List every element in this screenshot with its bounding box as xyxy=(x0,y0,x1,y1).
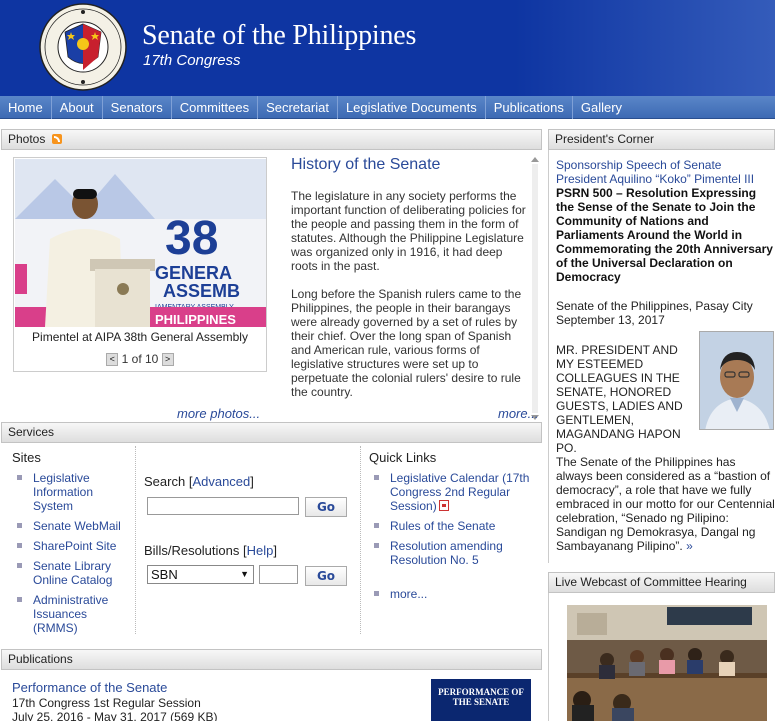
list-item: Rules of the Senate xyxy=(369,519,539,533)
cover-title: PERFORMANCE OF THE SENATE xyxy=(438,687,524,707)
presidents-corner-header: President's Corner xyxy=(548,129,775,150)
svg-text:PHILIPPINES: PHILIPPINES xyxy=(155,312,236,327)
sites-link-webmail[interactable]: Senate WebMail xyxy=(33,519,121,533)
more-history-link[interactable]: more... xyxy=(498,406,538,421)
rss-icon[interactable] xyxy=(51,134,62,144)
sites-link-rmms[interactable]: Administrative Issuances (RMMS) xyxy=(33,593,108,635)
senate-president-photo xyxy=(699,331,774,430)
search-input[interactable] xyxy=(147,497,299,515)
publication-link[interactable]: Performance of the Senate xyxy=(12,680,167,695)
nav-senators[interactable]: Senators xyxy=(103,96,172,119)
search-go-button[interactable]: Go xyxy=(305,497,347,517)
chevron-down-icon: ▼ xyxy=(240,569,249,579)
publication-session: 17th Congress 1st Regular Session xyxy=(12,696,201,710)
nav-home[interactable]: Home xyxy=(0,96,52,119)
history-paragraph: The legislature in any society performs … xyxy=(291,189,526,273)
history-body: The legislature in any society performs … xyxy=(291,189,526,401)
list-item: SharePoint Site xyxy=(12,539,132,553)
speech-place: Senate of the Philippines, Pasay City xyxy=(556,299,753,313)
bills-label: Bills/Resolutions [Help] xyxy=(144,543,277,558)
read-more-icon[interactable]: » xyxy=(686,539,693,553)
search-label-text: Search xyxy=(144,474,186,489)
nav-secretariat[interactable]: Secretariat xyxy=(258,96,338,119)
site-subtitle: 17th Congress xyxy=(143,52,241,69)
speech-headline: PSRN 500 – Resolution Expressing the Sen… xyxy=(556,186,773,284)
publication-dates: July 25, 2016 - May 31, 2017 (569 KB) xyxy=(12,710,218,721)
presidents-corner-title: President's Corner xyxy=(555,132,654,146)
nav-about[interactable]: About xyxy=(52,96,103,119)
advanced-search-link[interactable]: Advanced xyxy=(192,474,250,489)
list-item: Legislative Information System xyxy=(12,471,132,513)
history-scrollbar[interactable] xyxy=(530,156,540,421)
ql-resolution-amending[interactable]: Resolution amending Resolution No. 5 xyxy=(390,539,503,567)
quick-links-list: Legislative Calendar (17th Congress 2nd … xyxy=(369,471,539,607)
photos-title: Photos xyxy=(8,132,46,146)
bills-type-select[interactable]: SBN ▼ xyxy=(147,565,254,584)
photo-count: 1 of 10 xyxy=(121,352,159,366)
column-divider xyxy=(135,446,136,634)
list-item: Resolution amending Resolution No. 5 xyxy=(369,539,539,567)
senate-seal-logo[interactable] xyxy=(38,2,128,92)
header-gradient xyxy=(515,0,775,96)
ql-rules-of-senate[interactable]: Rules of the Senate xyxy=(390,519,495,533)
ql-more-link[interactable]: more... xyxy=(390,587,427,601)
svg-text:ASSEMB: ASSEMB xyxy=(163,281,240,301)
speech-excerpt-text: The Senate of the Philippines has always… xyxy=(556,455,775,553)
photo-slideshow: 38 GENERA ASSEMB IAMENTARY ASSEMBLY PHIL… xyxy=(13,157,267,372)
search-label: Search [Advanced] xyxy=(144,474,254,489)
webcast-header: Live Webcast of Committee Hearing xyxy=(548,572,775,593)
sponsorship-speech-link[interactable]: Sponsorship Speech of Senate President A… xyxy=(556,158,775,186)
bills-help-link[interactable]: Help xyxy=(247,543,274,558)
bills-number-input[interactable] xyxy=(259,565,298,584)
bills-go-button[interactable]: Go xyxy=(305,566,347,586)
speech-excerpt: The Senate of the Philippines has always… xyxy=(556,455,775,553)
webcast-title: Live Webcast of Committee Hearing xyxy=(555,575,747,589)
pdf-icon xyxy=(438,500,449,511)
list-item: Senate Library Online Catalog xyxy=(12,559,132,587)
nav-committees[interactable]: Committees xyxy=(172,96,259,119)
speech-date: September 13, 2017 xyxy=(556,313,665,327)
publications-header: Publications xyxy=(1,649,542,670)
list-item: Legislative Calendar (17th Congress 2nd … xyxy=(369,471,539,513)
photo-pager: < 1 of 10 > xyxy=(14,352,266,367)
photo-caption: Pimentel at AIPA 38th General Assembly xyxy=(32,330,248,344)
ql-legislative-calendar[interactable]: Legislative Calendar (17th Congress 2nd … xyxy=(390,471,529,513)
featured-photo[interactable]: 38 GENERA ASSEMB IAMENTARY ASSEMBLY PHIL… xyxy=(15,159,266,327)
nav-publications[interactable]: Publications xyxy=(486,96,573,119)
publications-title: Publications xyxy=(8,652,73,666)
history-title[interactable]: History of the Senate xyxy=(291,156,440,174)
nav-legislative-documents[interactable]: Legislative Documents xyxy=(338,96,486,119)
list-item: Administrative Issuances (RMMS) xyxy=(12,593,132,635)
history-paragraph: Long before the Spanish rulers came to t… xyxy=(291,287,522,399)
svg-text:38: 38 xyxy=(165,212,218,265)
services-title: Services xyxy=(8,425,55,439)
nav-gallery[interactable]: Gallery xyxy=(573,96,630,119)
site-title: Senate of the Philippines xyxy=(142,20,417,51)
bills-label-text: Bills/Resolutions xyxy=(144,543,240,558)
webcast-video[interactable] xyxy=(567,605,767,721)
sites-link-sharepoint[interactable]: SharePoint Site xyxy=(33,539,116,553)
column-divider xyxy=(360,446,361,634)
list-item: more... xyxy=(369,587,539,601)
main-nav: Home About Senators Committees Secretari… xyxy=(0,96,775,119)
sites-title: Sites xyxy=(12,450,41,465)
prev-arrow-icon[interactable]: < xyxy=(106,353,119,367)
bills-selected-value: SBN xyxy=(151,567,178,582)
sites-link-lis[interactable]: Legislative Information System xyxy=(33,471,93,513)
sites-list: Legislative Information System Senate We… xyxy=(12,471,132,641)
quick-links-title: Quick Links xyxy=(369,450,437,465)
svg-text:GENERA: GENERA xyxy=(155,263,232,283)
more-photos-link[interactable]: more photos... xyxy=(177,406,260,421)
photos-header: Photos xyxy=(1,129,542,150)
sites-link-library[interactable]: Senate Library Online Catalog xyxy=(33,559,112,587)
services-header: Services xyxy=(1,422,542,443)
site-header: Senate of the Philippines 17th Congress xyxy=(0,0,775,96)
list-item: Senate WebMail xyxy=(12,519,132,533)
speech-salutation: MR. PRESIDENT AND MY ESTEEMED COLLEAGUES… xyxy=(556,343,683,455)
publication-cover[interactable]: PERFORMANCE OF THE SENATE xyxy=(431,679,531,721)
next-arrow-icon[interactable]: > xyxy=(161,353,174,367)
